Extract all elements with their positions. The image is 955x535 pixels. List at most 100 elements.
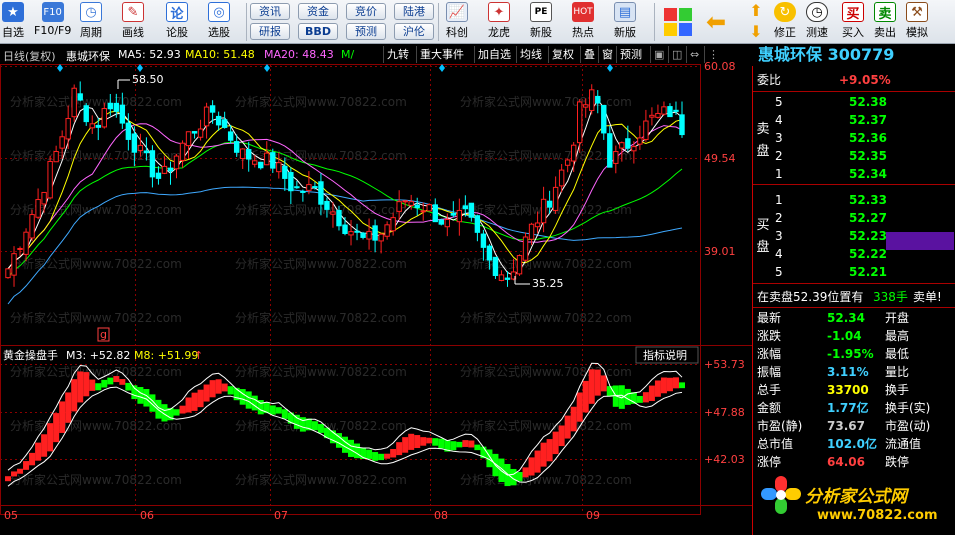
stat-row[interactable]: 总市值 102.0亿 流通值 [753,435,955,453]
toolbar-item-draw[interactable]: ✎ 画线 [122,2,144,42]
toolbar-item-revise[interactable]: ↻ 修正 [774,2,796,42]
forecast-button[interactable]: 预测 [346,23,386,40]
toolbar-item-sell[interactable]: 卖 卖出 [874,2,896,42]
marker-letter: g [100,328,107,341]
candle-body [149,150,156,178]
clock-icon: ◷ [80,2,102,22]
weibi-row[interactable]: 委比 +9.05% [753,71,955,89]
down-arrow-icon[interactable]: ⬇ [744,22,768,42]
candle-body [480,233,487,248]
toolbar-item-kechuang[interactable]: 📈 科创 [446,2,468,42]
toolbar-item-discuss[interactable]: 论 论股 [166,2,188,42]
quote-panel: 委比 +9.05% 卖盘 5 52.38 4 52.37 3 52.36 2 52.35 1 52.34… [752,66,955,535]
watermark-text: 分析家公式网www.70822.com [460,472,632,487]
candle-body [432,204,438,223]
watermark-text: 分析家公式网www.70822.com [10,256,182,271]
toolbar-item-f10[interactable]: F10 F10/F9 [34,2,71,42]
hot-icon: HOT [572,2,594,22]
ask-row[interactable]: 2 52.35 [753,147,955,165]
stat-label: 振幅 [757,365,782,379]
indicator-bar [606,386,613,397]
bid-level: 1 [775,193,783,207]
toolbar-item-simulate[interactable]: ⚒ 模拟 [906,2,928,42]
indicator-bar [420,437,427,446]
candle-body [673,109,679,112]
bid-row[interactable]: 5 52.21 [753,263,955,281]
watermark-text: 分析家公式网www.70822.com [10,94,182,109]
candle-body [137,144,144,151]
toolbar-item-select[interactable]: ◎ 选股 [208,2,230,42]
indicator-bar [125,382,132,391]
shanghai-london-button[interactable]: 沪伦 [394,23,434,40]
candle-body [83,105,89,123]
stat-row[interactable]: 涨停 64.06 跌停 [753,453,955,471]
toolbar-item-ipo[interactable]: PE 新股 [530,2,552,42]
indicator-bar [65,392,72,423]
ask-row[interactable]: 1 52.34 [753,165,955,183]
stat-label-right: 流通值 [885,437,922,451]
candle-body [95,124,101,128]
watermark-text: 分析家公式网www.70822.com [235,148,407,163]
stat-row[interactable]: 总手 33700 换手 [753,381,955,399]
candle-body [185,131,192,147]
price-axis-label: 49.54 [704,152,736,165]
bid-price: 52.22 [849,247,887,261]
toolbar-item-buy[interactable]: 买 买入 [842,2,864,42]
stat-row[interactable]: 涨跌 -1.04 最高 [753,327,955,345]
ask-row[interactable]: 3 52.36 [753,129,955,147]
hk-connect-button[interactable]: 陆港 [394,3,434,20]
indicator-bar [89,379,96,391]
funds-button[interactable]: 资金 [298,3,338,20]
candle-body [35,199,41,218]
toolbar-item-longhu[interactable]: ✦ 龙虎 [488,2,510,42]
indicator-bar [666,377,673,392]
back-arrow-icon[interactable]: ⬅ [706,10,732,34]
ask-row[interactable]: 5 52.38 [753,93,955,111]
indicator-bar [564,415,571,439]
toolbar-item-zixuan[interactable]: ★ 自选 [2,2,24,42]
candle-body [534,222,541,228]
main-toolbar: ★ 自选 F10 F10/F9 ◷ 周期 ✎ 画线 论 论股 ◎ 选股 资讯 资… [0,0,955,44]
indicator-bar [5,476,11,482]
candle-body [107,102,114,110]
stat-row[interactable]: 涨幅 -1.95% 最低 [753,345,955,363]
up-arrow-icon[interactable]: ⬆ [744,1,768,21]
auction-button[interactable]: 竞价 [346,3,386,20]
indicator-bar [275,407,282,414]
candle-body [47,160,53,199]
stat-row[interactable]: 振幅 3.11% 量比 [753,363,955,381]
candle-body [384,224,390,237]
notice-text: 在卖盘52.39位置有 [757,290,864,304]
big-order-notice[interactable]: 在卖盘52.39位置有 338手 卖单! [753,288,955,306]
candle-body [53,151,59,163]
watermark-text: 分析家公式网www.70822.com [10,310,182,325]
ask-row[interactable]: 4 52.37 [753,111,955,129]
news-button[interactable]: 资讯 [250,3,290,20]
panel-divider [753,184,955,185]
toolbar-item-hot[interactable]: HOT 热点 [572,2,594,42]
candle-body [372,225,378,241]
watermark-text: 分析家公式网www.70822.com [460,418,632,433]
indicator-bar [576,392,583,422]
kline-chart[interactable]: 分析家公式网www.70822.com 分析家公式网www.70822.com 分析… [0,44,752,535]
bid-row[interactable]: 1 52.33 [753,191,955,209]
research-button[interactable]: 研报 [250,23,290,40]
toolbar-item-period[interactable]: ◷ 周期 [80,2,102,42]
stat-label-right: 最低 [885,347,910,361]
bid-row[interactable]: 2 52.27 [753,209,955,227]
indicator-bar [366,449,373,459]
indicator-help-label: 指标说明 [643,348,687,362]
toolbar-item-speedtest[interactable]: ◷ 测速 [806,2,828,42]
stat-label: 总市值 [757,437,794,451]
indicator-bar [269,405,276,415]
candle-body [601,104,607,134]
stat-row[interactable]: 金额 1.77亿 换手(实) [753,399,955,417]
candle-body [179,142,186,161]
stat-row[interactable]: 市盈(静) 73.67 市盈(动) [753,417,955,435]
toolbar-item-newver[interactable]: ▤ 新版 [614,2,636,42]
bbd-button[interactable]: BBD [298,23,338,40]
stat-value: -1.95% [827,347,874,361]
layout-grid-icon[interactable] [664,8,692,36]
stat-row[interactable]: 最新 52.34 开盘 [753,309,955,327]
candle-body [203,106,210,127]
